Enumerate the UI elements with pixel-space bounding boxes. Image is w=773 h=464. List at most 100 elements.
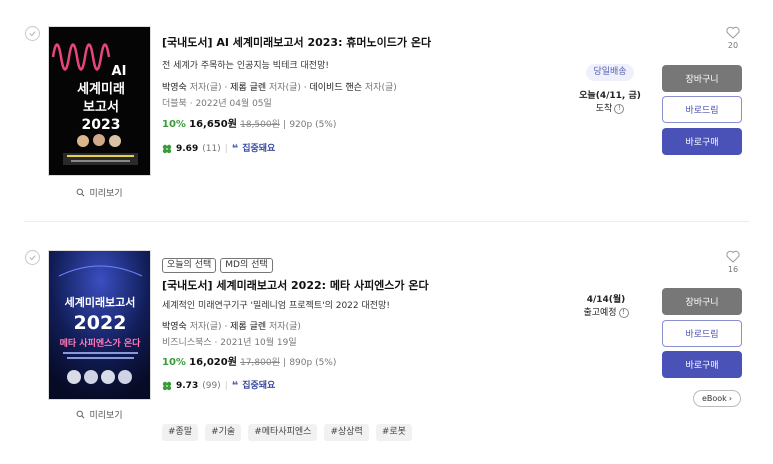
discount-rate: 10% <box>162 119 186 130</box>
preview-label: 미리보기 <box>89 189 123 199</box>
like-button[interactable]: 20 <box>722 26 744 50</box>
reward-points: 890p (5%) <box>289 358 337 368</box>
points-divider: | <box>283 120 287 130</box>
publisher[interactable]: 비즈니스북스 <box>162 338 212 348</box>
select-checkbox[interactable] <box>25 250 40 265</box>
cover-title-2: 메타 사피엔스가 온다 <box>60 337 142 349</box>
product-title[interactable]: [국내도서] AI 세계미래보고서 2023: 휴머노이드가 온다 <box>162 36 572 50</box>
rating-score: 9.73 <box>176 381 199 391</box>
add-to-cart-button[interactable]: 장바구니 <box>662 288 742 315</box>
rating-divider: | <box>224 144 228 154</box>
delivery-info: 4/14(월) 출고예정! <box>566 294 646 320</box>
cover-title-2: 세계미래 <box>77 81 125 97</box>
ebook-link[interactable]: eBook › <box>693 390 741 407</box>
sale-price: 16,020원 <box>189 357 237 368</box>
sale-price: 16,650원 <box>189 119 237 130</box>
original-price: 18,500원 <box>240 120 280 130</box>
discount-rate: 10% <box>162 357 186 368</box>
info-icon[interactable]: ! <box>614 103 625 114</box>
author-list: 박영숙 저자(글) · 제롬 글렌 저자(글) · 데이비드 핸슨 저자(글) <box>162 82 572 94</box>
preview-link[interactable]: 미리보기 <box>48 186 151 199</box>
product-item: AI 세계미래 보고서 2023 미리보기 [국내도서] AI 세계미래보고서 … <box>0 0 773 222</box>
author-name[interactable]: 박영숙 <box>162 322 187 332</box>
product-subtitle: 세계적인 미래연구기구 '밀레니엄 프로젝트'의 2022 대전망! <box>162 301 390 311</box>
clover-icon <box>162 381 172 391</box>
like-button[interactable]: 16 <box>722 250 744 274</box>
quote-icon: ❝ <box>231 142 239 155</box>
review-count[interactable]: (99) <box>202 380 220 392</box>
quote-icon: ❝ <box>231 379 239 392</box>
rating-line: 9.69 (11) | ❝ 집중돼요 <box>162 143 572 155</box>
author-role: 저자(글) <box>186 322 222 332</box>
buy-now-pickup-button[interactable]: 바로드림 <box>662 320 742 347</box>
cover-year: 2023 <box>82 117 121 133</box>
author-name[interactable]: 제롬 글렌 <box>230 322 266 332</box>
publisher-line: 비즈니스북스 · 2021년 10월 19일 <box>162 338 297 348</box>
price-line: 10% 16,650원 18,500원 | 920p (5%) <box>162 119 572 131</box>
author-name[interactable]: 박영숙 <box>162 83 187 93</box>
add-to-cart-button[interactable]: 장바구니 <box>662 65 742 92</box>
delivery-status: 도착 <box>595 104 613 114</box>
cover-year: 2022 <box>74 312 127 334</box>
buy-now-pickup-button[interactable]: 바로드림 <box>662 96 742 123</box>
preview-label: 미리보기 <box>89 411 123 421</box>
preview-link[interactable]: 미리보기 <box>48 408 151 421</box>
check-icon <box>29 31 36 37</box>
tag-chip[interactable]: #로봇 <box>375 424 412 441</box>
badge-today-pick: 오늘의 선택 <box>162 258 217 273</box>
badge-md-pick: MD의 선택 <box>220 258 273 273</box>
book-cover-art: AI 세계미래 보고서 2023 <box>49 27 150 175</box>
author-separator: · <box>221 83 231 93</box>
like-count: 20 <box>727 41 739 50</box>
info-icon[interactable]: ! <box>618 307 629 318</box>
delivery-info: 당일배송 오늘(4/11, 금) 도착! <box>570 64 650 116</box>
tag-chip[interactable]: #메타사피엔스 <box>248 424 318 441</box>
cover-title-1: AI <box>112 64 127 79</box>
publisher[interactable]: 더블북 <box>162 99 187 109</box>
heart-icon <box>726 26 740 39</box>
ebook-label: eBook <box>701 394 727 403</box>
delivery-status: 출고예정 <box>583 308 617 318</box>
select-checkbox[interactable] <box>25 26 40 41</box>
rating-line: 9.73 (99) | ❝ 집중돼요 <box>162 380 572 392</box>
author-name[interactable]: 제롬 글렌 <box>230 83 266 93</box>
tag-list: #종말 #기술 #메타사피엔스 #상상력 #로봇 <box>162 424 412 441</box>
cover-title-1: 세계미래보고서 <box>65 295 136 309</box>
price-line: 10% 16,020원 17,800원 | 890p (5%) <box>162 357 572 369</box>
publisher-line: 더블북 · 2022년 04월 05일 <box>162 99 272 109</box>
tag-chip[interactable]: #종말 <box>162 424 199 441</box>
check-icon <box>29 255 36 261</box>
author-role: 저자(글) <box>266 83 301 93</box>
author-role: 저자(글) <box>362 83 397 93</box>
product-title[interactable]: [국내도서] 세계미래보고서 2022: 메타 사피엔스가 온다 <box>162 279 572 293</box>
chevron-right-icon: › <box>728 394 733 403</box>
purchase-button[interactable]: 바로구매 <box>662 351 742 378</box>
magnifier-icon <box>77 188 85 197</box>
cover-title-3: 보고서 <box>83 100 119 115</box>
original-price: 17,800원 <box>240 358 280 368</box>
author-list: 박영숙 저자(글) · 제롬 글렌 저자(글) <box>162 321 572 333</box>
like-count: 16 <box>727 265 739 274</box>
purchase-button[interactable]: 바로구매 <box>662 128 742 155</box>
badge-row: 오늘의 선택 MD의 선택 <box>162 258 572 273</box>
delivery-date: 4/14(월) <box>586 295 626 305</box>
tag-chip[interactable]: #기술 <box>205 424 242 441</box>
reward-points: 920p (5%) <box>289 120 337 130</box>
delivery-date: 오늘(4/11, 금) <box>579 91 641 101</box>
review-count[interactable]: (11) <box>202 143 220 155</box>
author-role: 저자(글) <box>186 83 222 93</box>
review-keyword[interactable]: 집중돼요 <box>242 380 275 392</box>
heart-icon <box>726 250 740 263</box>
product-subtitle: 전 세계가 주목하는 인공지능 빅테크 대전망! <box>162 61 329 71</box>
author-name[interactable]: 데이비드 핸슨 <box>309 83 362 93</box>
points-divider: | <box>283 358 287 368</box>
book-cover[interactable]: AI 세계미래 보고서 2023 <box>48 26 151 176</box>
product-info: 오늘의 선택 MD의 선택 [국내도서] 세계미래보고서 2022: 메타 사피… <box>162 258 572 392</box>
author-separator: · <box>221 322 231 332</box>
tag-chip[interactable]: #상상력 <box>324 424 369 441</box>
publish-date: 2021년 10월 19일 <box>220 338 297 348</box>
book-cover[interactable]: 세계미래보고서 2022 메타 사피엔스가 온다 <box>48 250 151 400</box>
author-role: 저자(글) <box>266 322 301 332</box>
review-keyword[interactable]: 집중돼요 <box>242 143 275 155</box>
product-info: [국내도서] AI 세계미래보고서 2023: 휴머노이드가 온다 전 세계가 … <box>162 36 572 155</box>
